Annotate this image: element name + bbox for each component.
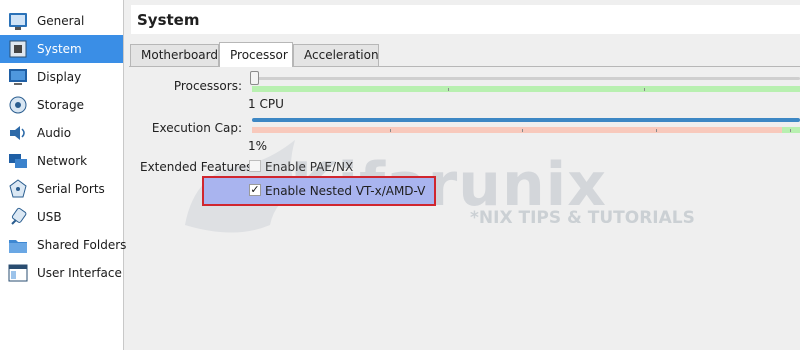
execution-cap-tick [522, 129, 523, 132]
sidebar-item-audio[interactable]: Audio [0, 119, 123, 147]
pae-nx-checkbox[interactable] [249, 160, 261, 172]
processors-label: Processors: [173, 79, 242, 93]
tab-processor[interactable]: Processor [219, 42, 293, 67]
sidebar-item-label: System [37, 42, 82, 56]
execution-cap-ok-band [782, 127, 800, 133]
sidebar-item-serial-ports[interactable]: Serial Ports [0, 175, 123, 203]
execution-cap-warning-band [252, 127, 782, 133]
execution-cap-value: 1% [248, 139, 268, 153]
execution-cap-slider-fill[interactable] [252, 118, 800, 122]
section-header: System [131, 5, 800, 34]
execution-cap-tick [656, 129, 657, 132]
audio-icon [10, 126, 25, 140]
sidebar-item-usb[interactable]: USB [0, 203, 123, 231]
storage-icon [9, 96, 27, 114]
serial-ports-icon [9, 179, 27, 198]
processors-value: 1 CPU [248, 97, 284, 111]
sidebar-item-label: Shared Folders [37, 238, 127, 252]
sidebar-item-label: General [37, 14, 85, 28]
sidebar-item-label: Serial Ports [37, 182, 105, 196]
processors-tick [644, 88, 645, 91]
processors-slider-groove [252, 77, 800, 80]
usb-icon [11, 207, 27, 225]
tab-motherboard[interactable]: Motherboard [130, 44, 219, 66]
pae-nx-label: Enable PAE/NX [265, 160, 354, 174]
tab-acceleration[interactable]: Acceleration [293, 44, 379, 66]
shared-folders-icon [9, 240, 27, 253]
user-interface-icon [8, 264, 28, 282]
sidebar-item-label: Storage [37, 98, 84, 112]
nested-vtx-label: Enable Nested VT-x/AMD-V [265, 184, 426, 198]
processors-slider-handle[interactable] [250, 71, 259, 85]
sidebar-item-user-interface[interactable]: User Interface [0, 259, 123, 287]
extended-features-label: Extended Features: [140, 160, 257, 174]
processors-recommended-band [252, 86, 800, 92]
page-title: System [137, 11, 200, 29]
sidebar-item-label: User Interface [37, 266, 122, 280]
sidebar-item-display[interactable]: Display [0, 63, 123, 91]
display-icon [9, 69, 27, 85]
sidebar-item-label: Display [37, 70, 82, 84]
sidebar-item-general[interactable]: General [0, 7, 123, 35]
sidebar-item-label: Network [37, 154, 88, 168]
settings-sidebar: General System Display Storage Audio Net… [0, 0, 127, 350]
nested-vtx-checkbox[interactable]: ✓ [249, 184, 261, 196]
execution-cap-tick [790, 129, 791, 132]
processors-tick [448, 88, 449, 91]
sidebar-item-system[interactable]: System [0, 35, 123, 63]
sidebar-item-label: USB [37, 210, 62, 224]
general-icon [9, 13, 27, 30]
sidebar-item-shared-folders[interactable]: Shared Folders [0, 231, 127, 259]
sidebar-item-network[interactable]: Network [0, 147, 123, 175]
system-icon [9, 40, 27, 58]
watermark-tagline: *NIX TIPS & TUTORIALS [470, 208, 695, 228]
sidebar-item-storage[interactable]: Storage [0, 91, 123, 119]
execution-cap-tick [390, 129, 391, 132]
execution-cap-label: Execution Cap: [151, 121, 242, 135]
sidebar-item-label: Audio [37, 126, 72, 140]
network-icon [9, 154, 27, 168]
